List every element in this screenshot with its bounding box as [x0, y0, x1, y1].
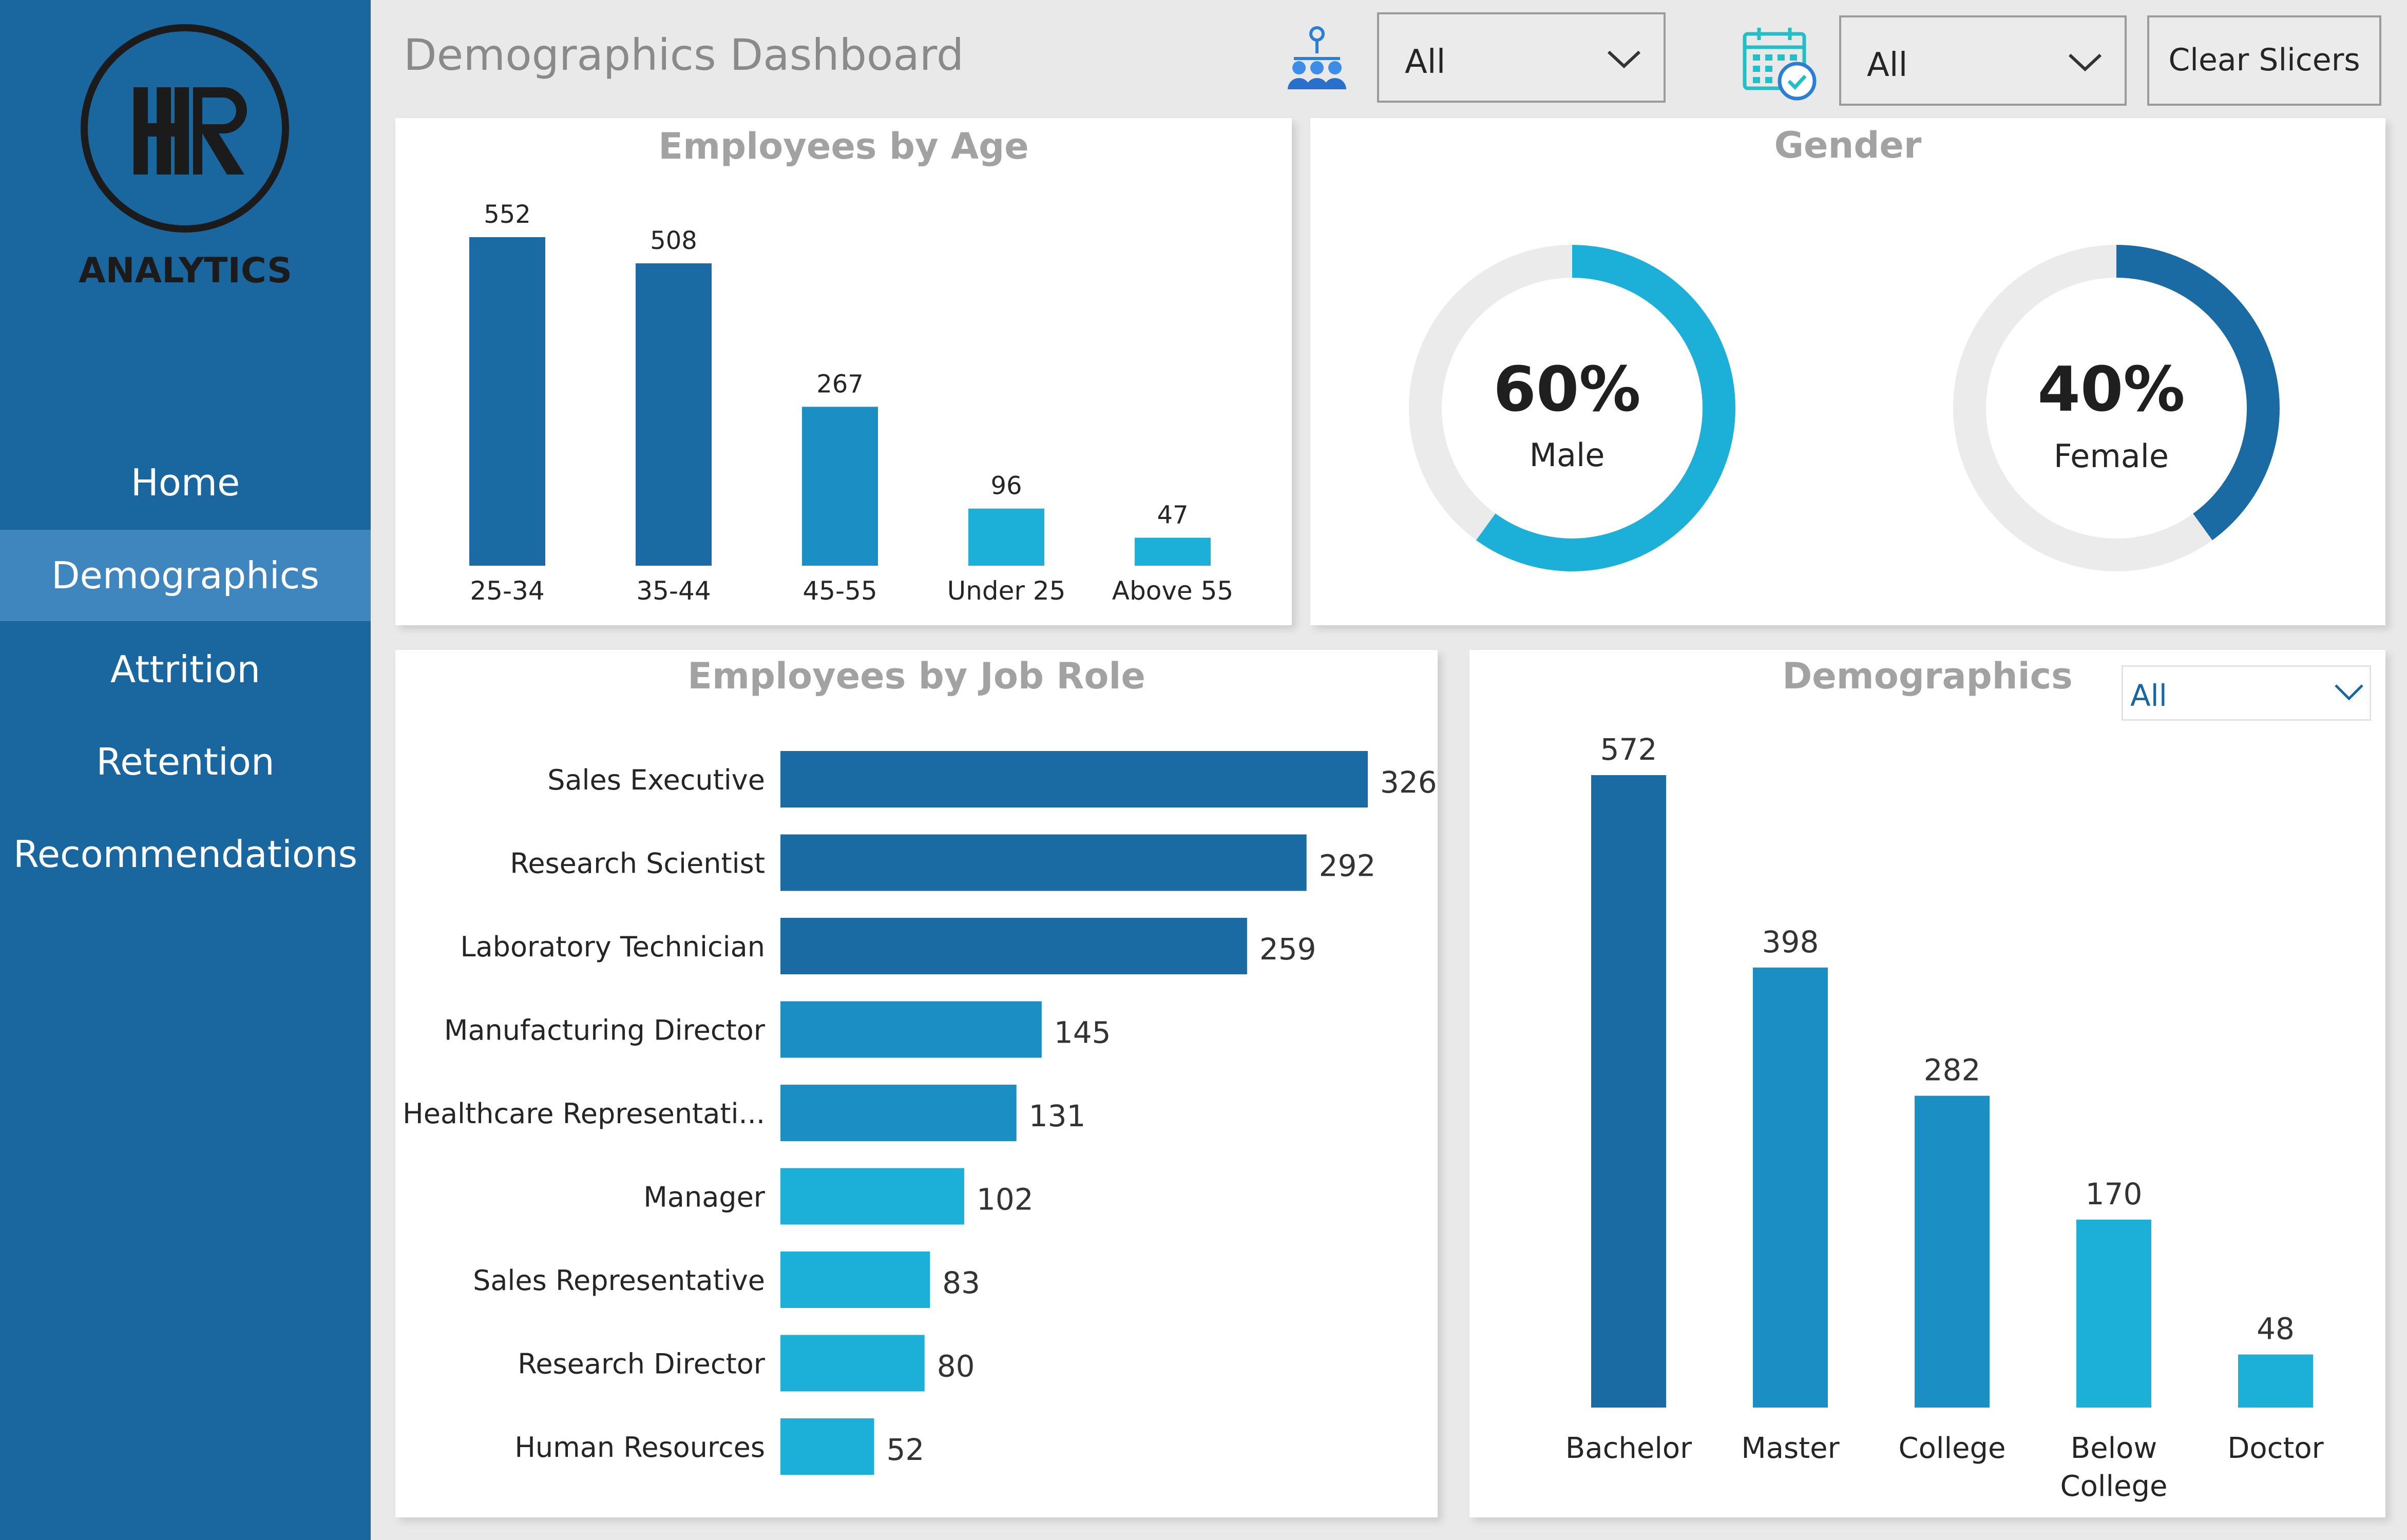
nav-demographics[interactable]: Demographics [0, 530, 371, 621]
age-bar[interactable] [1135, 537, 1211, 566]
age-bar[interactable] [636, 263, 712, 566]
chevron-down-icon [2068, 53, 2102, 72]
job-role-bar[interactable] [780, 918, 1247, 974]
nav-home[interactable]: Home [0, 452, 371, 513]
education-value-label: 170 [2086, 1177, 2143, 1211]
age-bar-chart: 552 25-34 508 35-44 267 45-55 96 Under 25 47 Abov… [469, 200, 1233, 606]
education-category-label: Below [2071, 1432, 2157, 1465]
job-role-value-label: 145 [1054, 1015, 1111, 1050]
job-role-bar[interactable] [780, 1168, 964, 1225]
chevron-down-icon [1607, 50, 1641, 69]
page-title: Demographics Dashboard [404, 30, 964, 80]
people-icon [1288, 26, 1346, 89]
education-bar[interactable] [1591, 775, 1666, 1408]
nav-recommendations-label: Recommendations [13, 833, 358, 876]
date-slicer-dropdown[interactable]: All [1839, 15, 2127, 106]
nav-recommendations[interactable]: Recommendations [0, 823, 371, 885]
age-bar[interactable] [469, 237, 545, 566]
education-value-label: 48 [2257, 1312, 2295, 1346]
job-role-bar[interactable] [780, 1001, 1042, 1058]
age-value-label: 267 [816, 370, 864, 398]
sidebar: ANALYTICS Home Demographics Attrition Re… [0, 0, 371, 1540]
people-slicer-value: All [1405, 43, 1446, 81]
education-value-label: 282 [1924, 1053, 1981, 1088]
clear-slicers-button[interactable]: Clear Slicers [2147, 15, 2381, 106]
job-role-bar[interactable] [780, 1085, 1017, 1141]
gender-panel: Gender 60% Male 40% Female [1310, 118, 2385, 625]
job-role-bar[interactable] [780, 1418, 874, 1475]
nav-home-label: Home [130, 461, 240, 504]
nav-attrition-label: Attrition [110, 648, 260, 691]
job-role-category-label: Laboratory Technician [461, 931, 766, 963]
education-category-label: Master [1741, 1432, 1840, 1465]
job-role-category-label: Research Director [518, 1348, 766, 1380]
education-bar[interactable] [1915, 1095, 1990, 1408]
job-role-value-label: 292 [1319, 849, 1376, 883]
age-bar[interactable] [802, 407, 878, 566]
date-slicer-value: All [1867, 46, 1908, 84]
job-role-bar-chart: 326 Sales Executive 292 Research Scientist 2… [403, 751, 1437, 1475]
nav-retention[interactable]: Retention [0, 731, 371, 793]
calendar-icon [1743, 28, 1817, 101]
job-role-category-label: Manufacturing Director [444, 1014, 766, 1047]
job-role-category-label: Sales Representative [473, 1264, 765, 1297]
age-category-label: 35-44 [636, 576, 711, 606]
job-role-category-label: Manager [643, 1181, 765, 1214]
male-percentage: 60% [1493, 354, 1641, 426]
age-value-label: 508 [650, 226, 697, 255]
logo-text: ANALYTICS [79, 251, 292, 291]
job-role-value-label: 102 [977, 1182, 1034, 1217]
job-role-value-label: 259 [1259, 932, 1316, 967]
nav-attrition[interactable]: Attrition [0, 639, 371, 700]
age-value-label: 47 [1157, 501, 1188, 530]
male-label: Male [1529, 436, 1605, 474]
education-bar[interactable] [2238, 1354, 2313, 1408]
female-label: Female [2053, 437, 2169, 475]
hr-analytics-logo [81, 24, 289, 233]
age-bar[interactable] [968, 508, 1044, 566]
job-role-category-label: Research Scientist [510, 848, 765, 880]
education-value-label: 572 [1600, 732, 1657, 767]
job-role-value-label: 326 [1380, 765, 1437, 800]
education-bar[interactable] [2076, 1219, 2151, 1408]
education-value-label: 398 [1762, 925, 1819, 959]
education-panel: Demographics All 572 Bachelor 398 Master 282… [1469, 650, 2385, 1517]
job-role-bar[interactable] [780, 1252, 930, 1308]
job-role-value-label: 83 [942, 1265, 980, 1300]
job-role-category-label: Sales Executive [547, 764, 765, 796]
education-bar[interactable] [1753, 967, 1828, 1408]
nav-retention-label: Retention [96, 740, 275, 783]
age-value-label: 552 [484, 200, 531, 229]
job-role-value-label: 80 [937, 1349, 975, 1384]
people-slicer-dropdown[interactable]: All [1377, 12, 1666, 103]
education-category-label: Doctor [2227, 1432, 2324, 1465]
job-role-bar[interactable] [780, 834, 1307, 891]
job-role-category-label: Healthcare Representati... [403, 1098, 765, 1130]
age-category-label: Under 25 [947, 576, 1066, 606]
age-category-label: 25-34 [470, 576, 544, 606]
job-role-value-label: 131 [1029, 1099, 1086, 1133]
age-chart-panel: Employees by Age 552 25-34 508 35-44 267 45-5… [395, 118, 1292, 625]
age-value-label: 96 [990, 472, 1022, 500]
age-category-label: 45-55 [803, 576, 877, 606]
female-percentage: 40% [2037, 354, 2185, 426]
education-category-label: Bachelor [1565, 1432, 1692, 1465]
job-role-bar[interactable] [780, 751, 1368, 807]
job-role-bar[interactable] [780, 1335, 925, 1392]
education-category-label: College [1899, 1432, 2006, 1465]
education-category-label: College [2060, 1470, 2168, 1503]
education-bar-chart: 572 Bachelor 398 Master 282 College 170 Below Co… [1565, 732, 2324, 1503]
age-category-label: Above 55 [1112, 576, 1233, 606]
job-role-panel: Employees by Job Role 326 Sales Executive… [395, 650, 1438, 1517]
job-role-category-label: Human Resources [514, 1431, 765, 1464]
nav-demographics-label: Demographics [51, 554, 319, 597]
job-role-value-label: 52 [886, 1432, 924, 1467]
